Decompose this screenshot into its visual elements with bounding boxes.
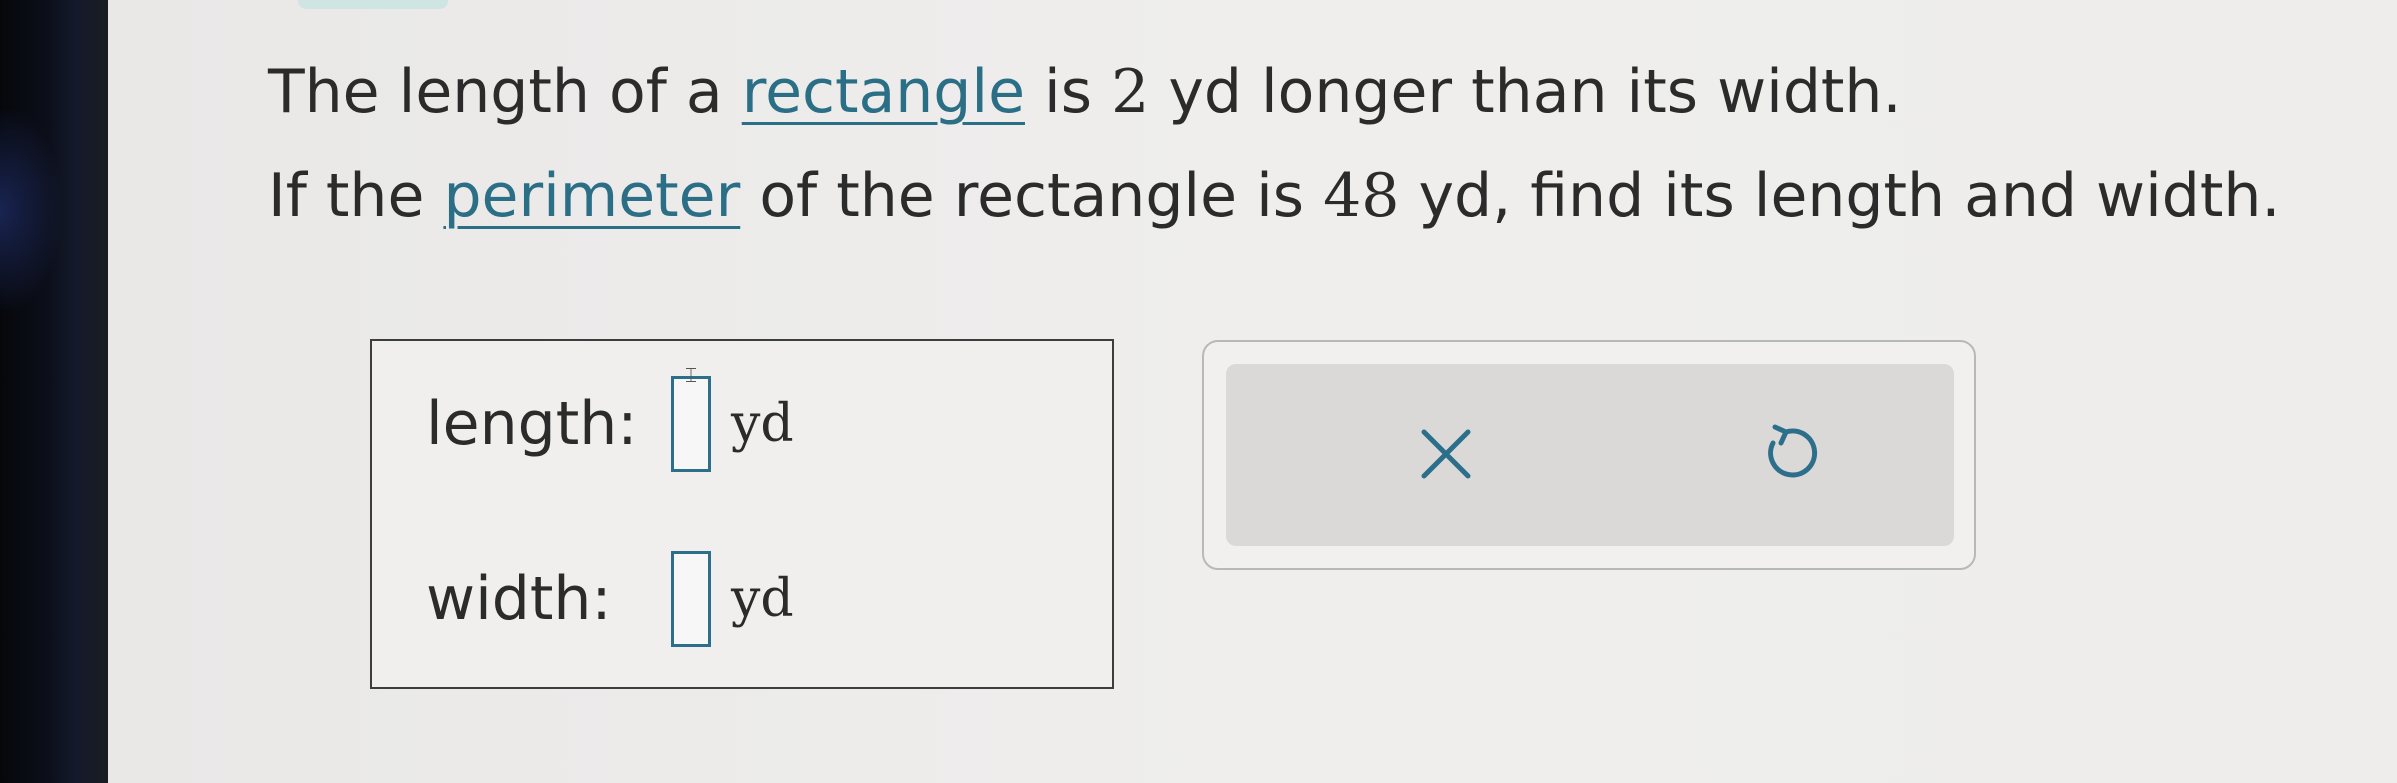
bezel-glow	[0, 110, 60, 310]
question-line-2: If the perimeter of the rectangle is 48 …	[268, 144, 2281, 248]
width-unit: yd	[731, 569, 794, 629]
tools-panel	[1202, 340, 1976, 570]
x-icon	[1421, 429, 1471, 479]
screen-bezel	[0, 0, 108, 783]
question-number: 2	[1111, 57, 1150, 127]
length-unit: yd	[731, 394, 794, 454]
question-text-segment: If the	[268, 161, 444, 231]
width-input[interactable]	[671, 551, 711, 647]
perimeter-link[interactable]: perimeter	[443, 161, 740, 231]
answer-box: length: ⌶ yd width: yd	[370, 339, 1114, 689]
top-accent-tab	[298, 0, 448, 9]
width-row: width: yd	[426, 551, 794, 647]
undo-icon	[1768, 424, 1818, 478]
tools-inner	[1226, 364, 1954, 546]
question-line-1: The length of a rectangle is 2 yd longer…	[268, 40, 2281, 144]
cursor-top-icon: ⌶	[685, 363, 697, 387]
question-text-segment: yd, find its length and width.	[1399, 161, 2281, 231]
question-number: 48	[1323, 161, 1400, 231]
clear-button[interactable]	[1406, 414, 1486, 494]
question-text-segment: of the rectangle is	[740, 161, 1324, 231]
question-text-segment: yd longer than its width.	[1149, 57, 1902, 127]
question-text-segment: is	[1024, 57, 1112, 127]
length-label: length:	[426, 389, 638, 459]
length-input[interactable]: ⌶	[671, 365, 711, 472]
width-label: width:	[426, 564, 612, 634]
length-row: length: ⌶ yd	[426, 365, 794, 472]
question-text: The length of a rectangle is 2 yd longer…	[268, 40, 2281, 248]
rectangle-link[interactable]: rectangle	[742, 57, 1025, 127]
undo-button[interactable]	[1746, 414, 1826, 494]
question-text-segment: The length of a	[268, 57, 742, 127]
